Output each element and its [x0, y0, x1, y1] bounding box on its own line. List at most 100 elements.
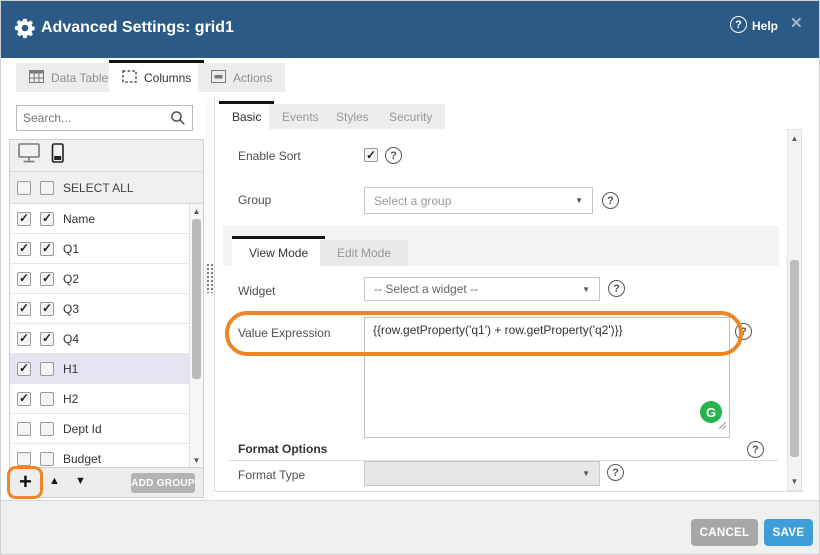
tab-data-table[interactable]: Data Table	[16, 63, 121, 92]
chevron-down-icon: ▼	[575, 196, 583, 205]
columns-icon	[122, 70, 137, 86]
format-options-help-icon[interactable]: ?	[747, 441, 764, 458]
search-input[interactable]	[17, 111, 170, 125]
scrollbar-thumb[interactable]	[192, 219, 201, 379]
search-icon[interactable]	[170, 110, 186, 126]
column-label: Q2	[63, 272, 79, 286]
desktop-checkbox[interactable]: ✓	[17, 422, 31, 436]
move-down-button[interactable]: ▼	[75, 476, 86, 487]
chevron-down-icon: ▼	[582, 285, 590, 294]
cancel-button[interactable]: CANCEL	[691, 519, 758, 546]
panel-splitter[interactable]	[205, 97, 214, 498]
mobile-checkbox[interactable]: ✓	[40, 332, 54, 346]
table-row[interactable]: ✓ ✓ Q4	[10, 324, 189, 354]
move-up-button[interactable]: ▲	[49, 476, 60, 487]
scroll-up-icon[interactable]: ▲	[788, 134, 801, 143]
desktop-checkbox[interactable]: ✓	[17, 242, 31, 256]
mobile-icon	[51, 143, 65, 169]
group-help-icon[interactable]: ?	[602, 192, 619, 209]
column-label: H2	[63, 392, 78, 406]
format-type-label: Format Type	[238, 468, 305, 482]
value-expression-label: Value Expression	[238, 326, 331, 340]
mobile-checkbox[interactable]: ✓	[40, 422, 54, 436]
column-label: Budget	[63, 452, 101, 466]
table-row[interactable]: ✓ ✓ Dept Id	[10, 414, 189, 444]
enable-sort-label: Enable Sort	[238, 149, 301, 163]
table-row[interactable]: ✓ ✓ H2	[10, 384, 189, 414]
select-all-row[interactable]: ✓ ✓ SELECT ALL	[10, 172, 203, 204]
format-type-help-icon[interactable]: ?	[607, 464, 624, 481]
splitter-grip-icon[interactable]	[206, 263, 214, 293]
mobile-checkbox[interactable]: ✓	[40, 362, 54, 376]
dialog-footer: CANCEL SAVE	[1, 500, 820, 555]
mobile-checkbox[interactable]: ✓	[40, 242, 54, 256]
mobile-checkbox[interactable]: ✓	[40, 302, 54, 316]
table-row[interactable]: ✓ ✓ H1	[10, 354, 189, 384]
desktop-checkbox[interactable]: ✓	[17, 302, 31, 316]
enable-sort-checkbox[interactable]: ✓	[364, 148, 378, 162]
chevron-down-icon: ▼	[582, 469, 590, 478]
tab-actions[interactable]: Actions	[198, 63, 285, 92]
tab-basic[interactable]: Basic	[219, 101, 274, 129]
gear-icon	[14, 17, 36, 44]
add-group-button[interactable]: ADD GROUP	[131, 473, 195, 493]
resize-handle-icon[interactable]	[718, 417, 727, 435]
desktop-checkbox[interactable]: ✓	[17, 392, 31, 406]
tab-label: Columns	[144, 71, 191, 85]
desktop-checkbox[interactable]: ✓	[17, 332, 31, 346]
scroll-up-icon[interactable]: ▲	[190, 207, 203, 216]
close-icon[interactable]: ✕	[790, 14, 803, 32]
column-label: Q1	[63, 242, 79, 256]
advanced-settings-dialog: Advanced Settings: grid1 ? Help ✕ Data T…	[0, 0, 820, 555]
table-row[interactable]: ✓ ✓ Name	[10, 204, 189, 234]
widget-select[interactable]: -- Select a widget -- ▼	[364, 277, 600, 301]
widget-help-icon[interactable]: ?	[608, 280, 625, 297]
help-link[interactable]: Help	[752, 19, 778, 33]
tab-label: Styles	[336, 110, 369, 124]
mobile-checkbox[interactable]: ✓	[40, 212, 54, 226]
save-button[interactable]: SAVE	[764, 519, 813, 546]
mobile-checkbox[interactable]: ✓	[40, 392, 54, 406]
group-select[interactable]: Select a group ▼	[364, 187, 593, 214]
widget-label: Widget	[238, 284, 275, 298]
help-icon[interactable]: ?	[730, 16, 747, 33]
tab-label: Events	[282, 110, 319, 124]
tab-styles[interactable]: Styles	[323, 104, 382, 129]
desktop-checkbox[interactable]: ✓	[17, 362, 31, 376]
tab-edit-mode[interactable]: Edit Mode	[320, 240, 408, 266]
value-expression-textarea[interactable]: {{row.getProperty('q1') + row.getPropert…	[364, 317, 730, 438]
column-label: H1	[63, 362, 78, 376]
column-list: ✓ ✓ Name ✓ ✓ Q1 ✓ ✓ Q2 ✓ ✓ Q3 ✓ ✓ Q4 ✓ ✓…	[10, 204, 203, 468]
desktop-checkbox[interactable]: ✓	[17, 452, 31, 466]
table-row[interactable]: ✓ ✓ Q3	[10, 294, 189, 324]
desktop-checkbox[interactable]: ✓	[17, 212, 31, 226]
scrollbar-thumb[interactable]	[790, 260, 799, 457]
panel-scrollbar[interactable]: ▲ ▼	[787, 129, 802, 491]
select-all-desktop-checkbox[interactable]: ✓	[17, 181, 31, 195]
enable-sort-help-icon[interactable]: ?	[385, 147, 402, 164]
dialog-title: Advanced Settings: grid1	[41, 19, 234, 37]
format-options-heading: Format Options	[238, 442, 327, 456]
table-row[interactable]: ✓ ✓ Q1	[10, 234, 189, 264]
add-column-button[interactable]: +	[19, 469, 32, 495]
tab-view-mode[interactable]: View Mode	[232, 236, 325, 266]
sidebar-scrollbar[interactable]: ▲ ▼	[189, 204, 203, 468]
tab-columns[interactable]: Columns	[109, 60, 204, 92]
select-all-mobile-checkbox[interactable]: ✓	[40, 181, 54, 195]
mobile-checkbox[interactable]: ✓	[40, 272, 54, 286]
search-box	[16, 105, 193, 131]
table-row[interactable]: ✓ ✓ Budget	[10, 444, 189, 468]
tab-security[interactable]: Security	[376, 104, 445, 129]
data-table-icon	[29, 70, 44, 86]
value-expression-help-icon[interactable]: ?	[735, 323, 752, 340]
format-type-select[interactable]: ▼	[364, 461, 600, 486]
widget-select-value: -- Select a widget --	[374, 282, 576, 296]
table-row[interactable]: ✓ ✓ Q2	[10, 264, 189, 294]
tab-label: Actions	[233, 71, 272, 85]
desktop-checkbox[interactable]: ✓	[17, 272, 31, 286]
device-header-row	[10, 140, 203, 172]
scroll-down-icon[interactable]: ▼	[190, 456, 203, 465]
value-expression-wrap: {{row.getProperty('q1') + row.getPropert…	[364, 317, 730, 438]
scroll-down-icon[interactable]: ▼	[788, 477, 801, 486]
mobile-checkbox[interactable]: ✓	[40, 452, 54, 466]
